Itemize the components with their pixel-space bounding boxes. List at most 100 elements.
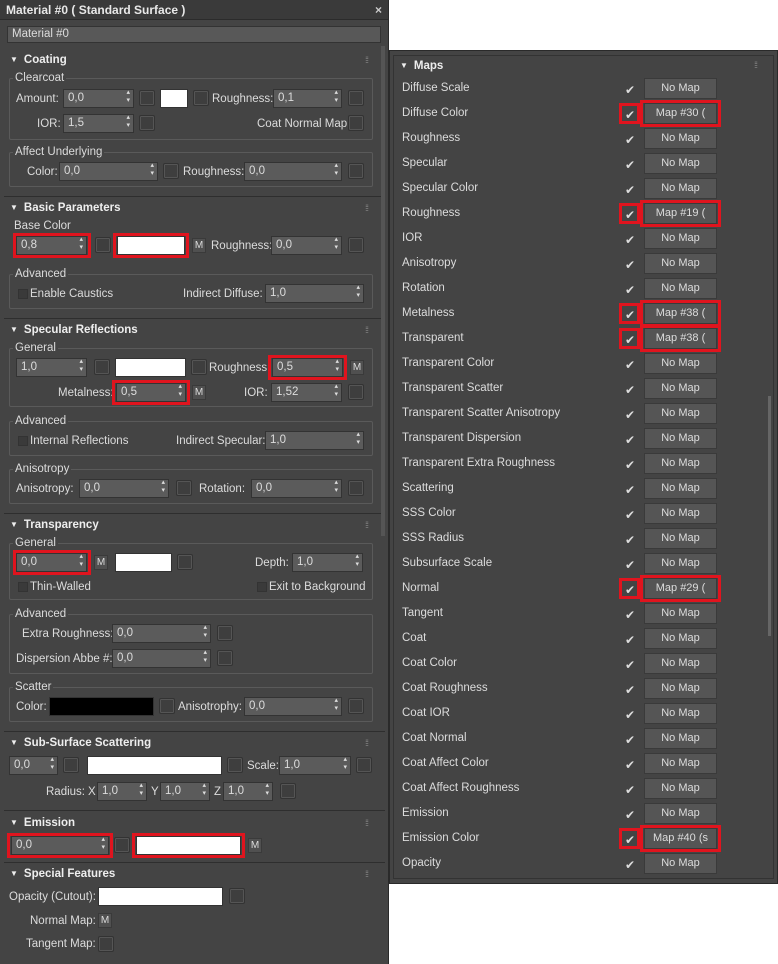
specular-weight-map-button[interactable]: [94, 359, 110, 375]
rollout-basic-parameters[interactable]: Basic Parameters: [10, 202, 121, 214]
sss-weight-spinner[interactable]: 0,0: [9, 756, 58, 775]
map-slot-button[interactable]: No Map: [644, 253, 717, 274]
map-slot-button[interactable]: No Map: [644, 78, 717, 99]
map-enabled-checkbox[interactable]: ✔: [625, 783, 635, 797]
dispersion-abbe-spinner[interactable]: 0,0: [112, 649, 211, 668]
specular-ior-spinner[interactable]: 1,52: [271, 383, 342, 402]
map-enabled-checkbox[interactable]: ✔: [625, 833, 635, 847]
rollout-specular-reflections[interactable]: Specular Reflections: [10, 324, 138, 336]
sss-color-swatch[interactable]: [87, 756, 222, 775]
coat-ior-map-button[interactable]: [139, 115, 155, 131]
map-enabled-checkbox[interactable]: ✔: [625, 483, 635, 497]
map-enabled-checkbox[interactable]: ✔: [625, 233, 635, 247]
specular-roughness-spinner[interactable]: 0,5: [272, 358, 343, 377]
coat-ior-spinner[interactable]: 1,5: [63, 114, 134, 133]
affect-roughness-spinner[interactable]: 0,0: [244, 162, 342, 181]
map-enabled-checkbox[interactable]: ✔: [625, 408, 635, 422]
affect-color-map-button[interactable]: [163, 163, 179, 179]
map-slot-button[interactable]: No Map: [644, 278, 717, 299]
metalness-map-button[interactable]: M: [192, 385, 206, 400]
amount-spinner[interactable]: 0,0: [63, 89, 134, 108]
map-slot-button[interactable]: No Map: [644, 353, 717, 374]
anisotrophy-map-button[interactable]: [348, 698, 364, 714]
emission-weight-spinner[interactable]: 0,0: [11, 836, 109, 855]
affect-color-spinner[interactable]: 0,0: [59, 162, 158, 181]
extra-roughness-spinner[interactable]: 0,0: [112, 624, 211, 643]
map-slot-button[interactable]: No Map: [644, 503, 717, 524]
map-enabled-checkbox[interactable]: ✔: [625, 283, 635, 297]
coat-roughness-map-button[interactable]: [348, 90, 364, 106]
sss-weight-map-button[interactable]: [63, 757, 79, 773]
map-slot-button[interactable]: Map #38 (: [644, 328, 717, 349]
scatter-color-map-button[interactable]: [159, 698, 175, 714]
map-enabled-checkbox[interactable]: ✔: [625, 708, 635, 722]
transparency-weight-spinner[interactable]: 0,0: [16, 553, 87, 572]
tangent-map-button[interactable]: [98, 936, 114, 952]
map-enabled-checkbox[interactable]: ✔: [625, 258, 635, 272]
map-slot-button[interactable]: No Map: [644, 228, 717, 249]
map-enabled-checkbox[interactable]: ✔: [625, 508, 635, 522]
normal-map-button[interactable]: M: [98, 913, 112, 928]
rollout-sub-surface-scattering[interactable]: Sub-Surface Scattering: [10, 737, 151, 749]
base-weight-spinner[interactable]: 0,8: [16, 236, 87, 255]
map-slot-button[interactable]: No Map: [644, 428, 717, 449]
sss-scale-map-button[interactable]: [356, 757, 372, 773]
map-enabled-checkbox[interactable]: ✔: [625, 858, 635, 872]
map-slot-button[interactable]: No Map: [644, 703, 717, 724]
coat-color-swatch[interactable]: [160, 89, 188, 108]
map-slot-button[interactable]: No Map: [644, 778, 717, 799]
map-enabled-checkbox[interactable]: ✔: [625, 658, 635, 672]
sss-scale-spinner[interactable]: 1,0: [279, 756, 351, 775]
map-enabled-checkbox[interactable]: ✔: [625, 558, 635, 572]
map-slot-button[interactable]: No Map: [644, 478, 717, 499]
map-enabled-checkbox[interactable]: ✔: [625, 633, 635, 647]
maps-scrollbar[interactable]: [768, 396, 771, 636]
transparency-color-map-button[interactable]: [177, 554, 193, 570]
map-slot-button[interactable]: No Map: [644, 553, 717, 574]
anisotropy-spinner[interactable]: 0,0: [79, 479, 169, 498]
dispersion-abbe-map-button[interactable]: [217, 650, 233, 666]
base-weight-map-button[interactable]: [95, 237, 111, 253]
map-slot-button[interactable]: No Map: [644, 128, 717, 149]
map-enabled-checkbox[interactable]: ✔: [625, 333, 635, 347]
map-slot-button[interactable]: Map #40 (s: [644, 828, 717, 849]
specular-color-swatch[interactable]: [115, 358, 186, 377]
rollout-special-features[interactable]: Special Features: [10, 868, 115, 880]
specular-weight-spinner[interactable]: 1,0: [16, 358, 87, 377]
map-enabled-checkbox[interactable]: ✔: [625, 83, 635, 97]
metalness-spinner[interactable]: 0,5: [116, 383, 186, 402]
map-slot-button[interactable]: No Map: [644, 378, 717, 399]
radius-x-spinner[interactable]: 1,0: [97, 782, 147, 801]
map-slot-button[interactable]: No Map: [644, 803, 717, 824]
indirect-diffuse-spinner[interactable]: 1,0: [265, 284, 364, 303]
opacity-cutout-swatch[interactable]: [98, 887, 223, 906]
base-color-map-button[interactable]: M: [192, 238, 206, 253]
coat-normal-map-button[interactable]: [348, 115, 364, 131]
enable-caustics-checkbox[interactable]: [18, 289, 28, 299]
map-slot-button[interactable]: No Map: [644, 678, 717, 699]
map-slot-button[interactable]: Map #30 (: [644, 103, 717, 124]
rollout-coating[interactable]: Coating: [10, 54, 67, 66]
depth-spinner[interactable]: 1,0: [292, 553, 363, 572]
map-enabled-checkbox[interactable]: ✔: [625, 683, 635, 697]
map-slot-button[interactable]: No Map: [644, 853, 717, 874]
anisotrophy-spinner[interactable]: 0,0: [244, 697, 342, 716]
radius-z-spinner[interactable]: 1,0: [223, 782, 273, 801]
base-color-swatch[interactable]: [117, 236, 185, 255]
map-enabled-checkbox[interactable]: ✔: [625, 433, 635, 447]
material-name-field[interactable]: Material #0: [7, 26, 381, 43]
map-enabled-checkbox[interactable]: ✔: [625, 208, 635, 222]
rotation-spinner[interactable]: 0,0: [251, 479, 342, 498]
coat-color-map-button[interactable]: [193, 90, 209, 106]
specular-roughness-map-button[interactable]: M: [350, 360, 364, 375]
emission-weight-map-button[interactable]: [114, 837, 130, 853]
map-slot-button[interactable]: No Map: [644, 728, 717, 749]
affect-roughness-map-button[interactable]: [348, 163, 364, 179]
scatter-color-swatch[interactable]: [49, 697, 154, 716]
map-slot-button[interactable]: No Map: [644, 453, 717, 474]
sss-color-map-button[interactable]: [227, 757, 243, 773]
map-enabled-checkbox[interactable]: ✔: [625, 758, 635, 772]
radius-map-button[interactable]: [280, 783, 296, 799]
rollout-maps[interactable]: Maps: [400, 60, 443, 72]
map-slot-button[interactable]: Map #29 (: [644, 578, 717, 599]
